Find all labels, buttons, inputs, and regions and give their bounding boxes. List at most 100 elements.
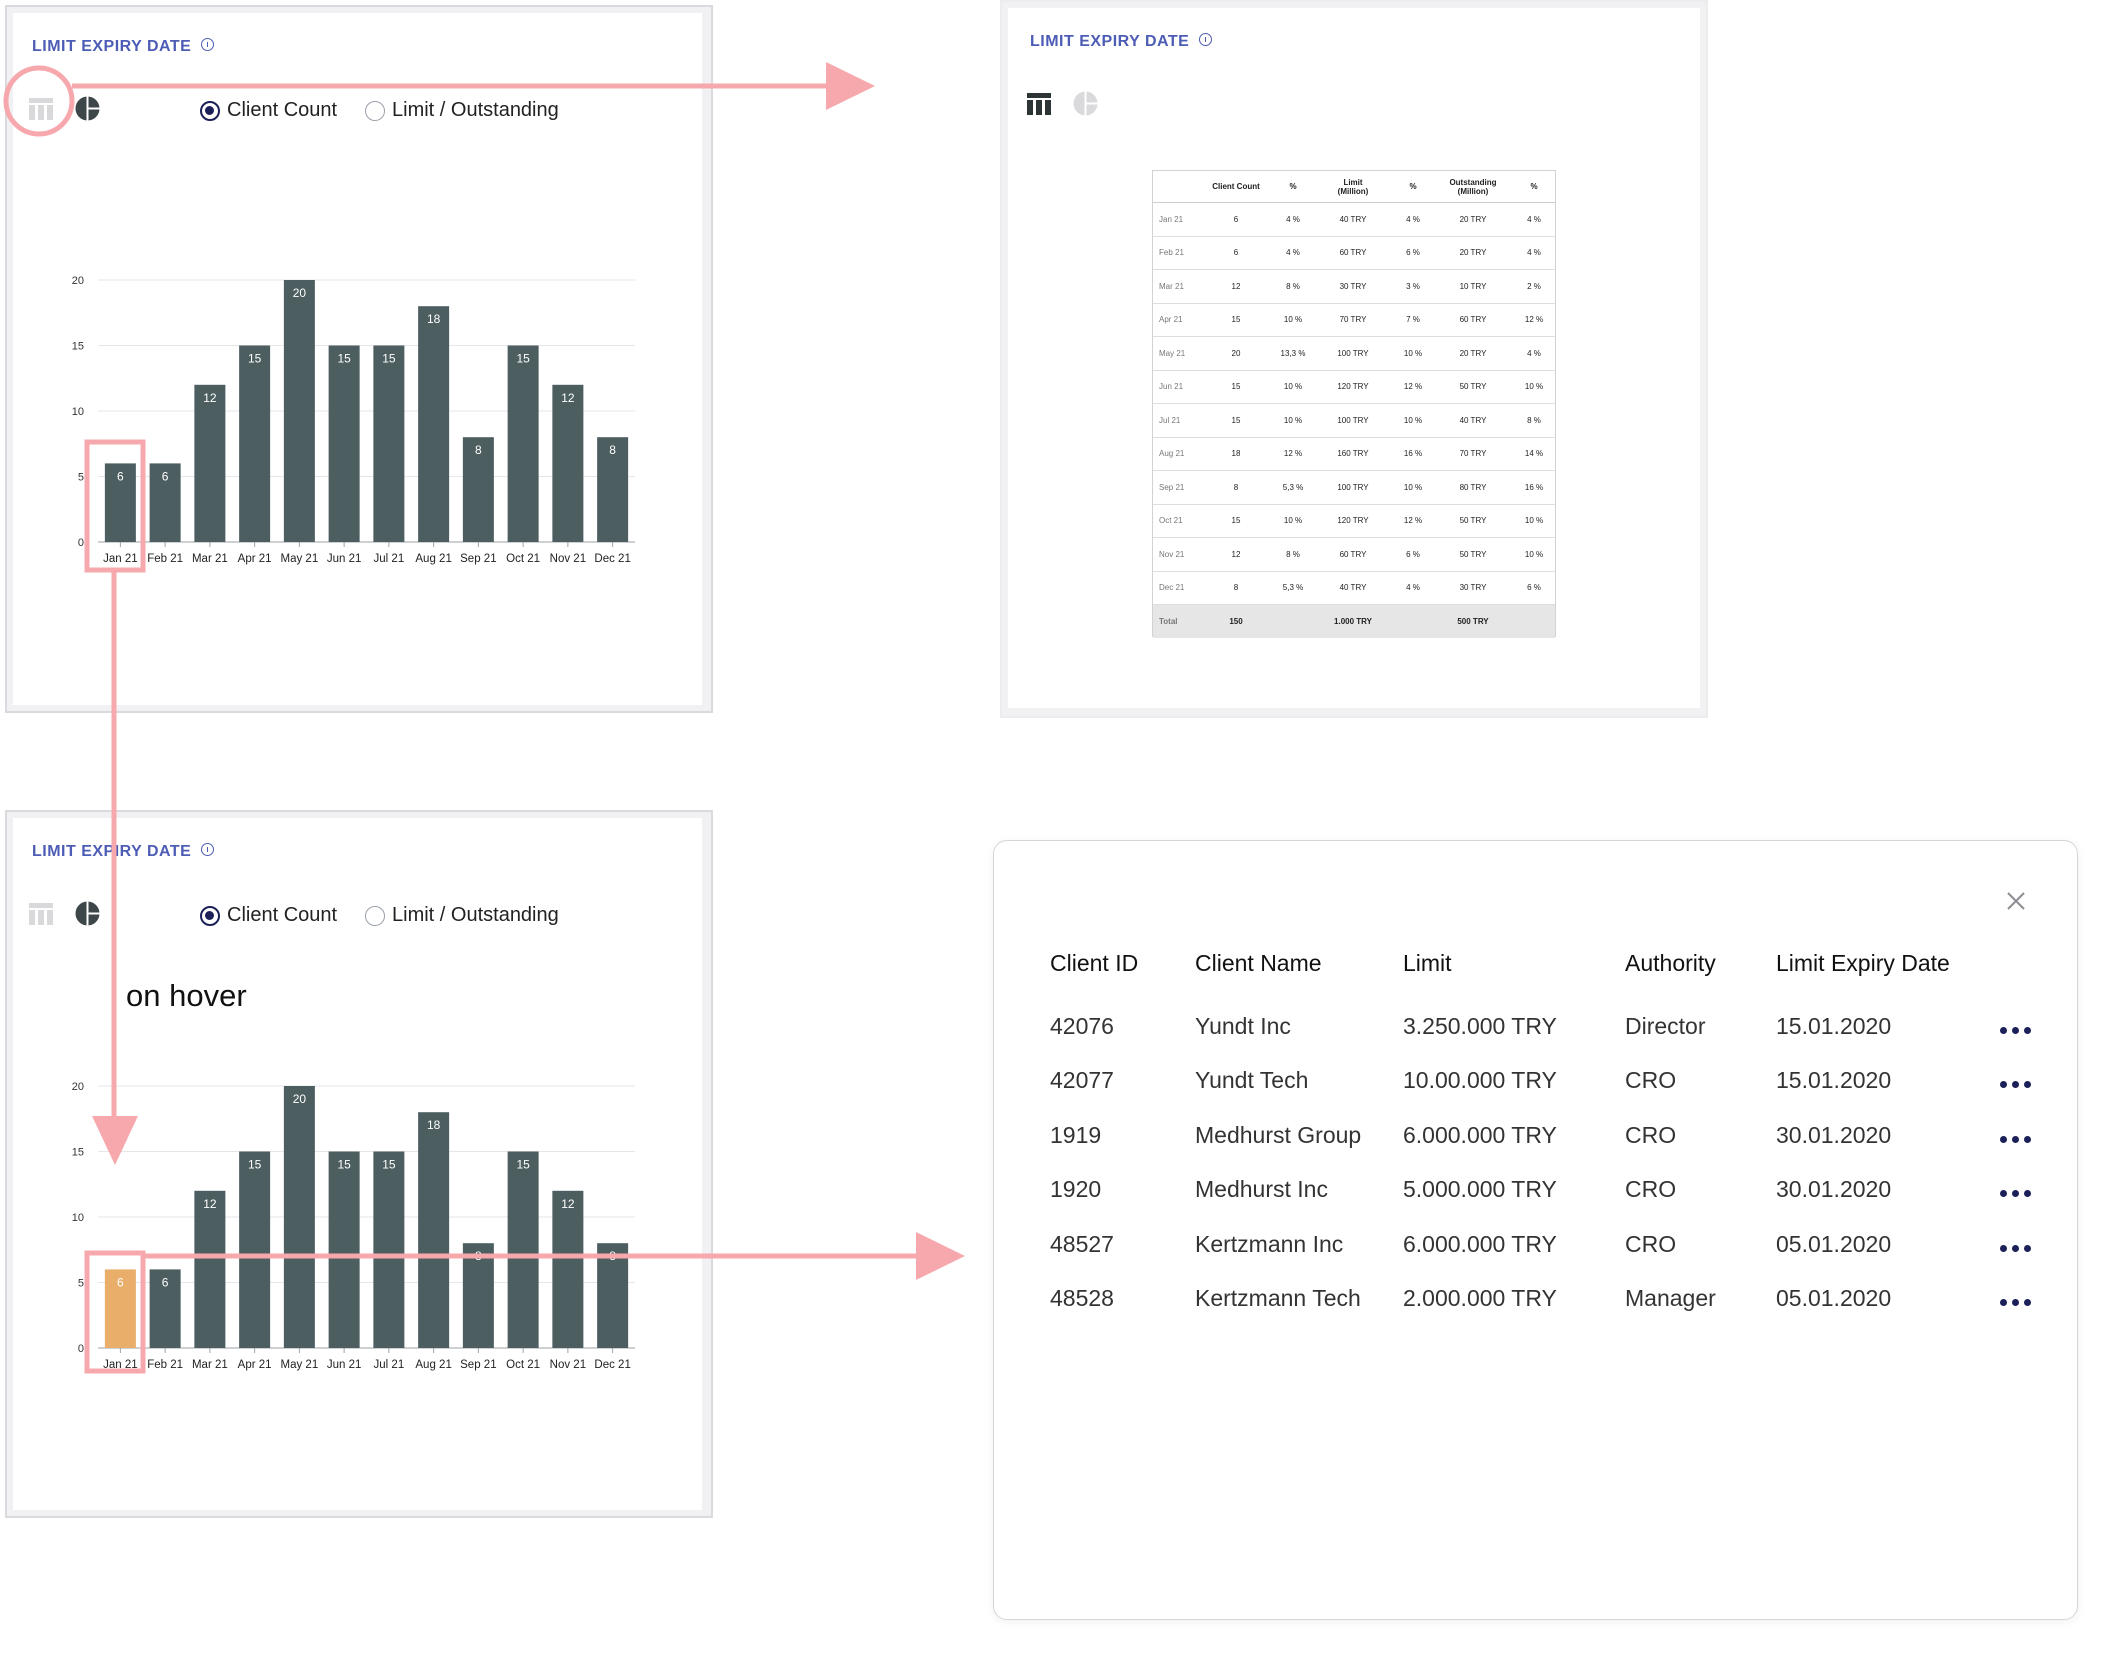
table-cell: 5,3 %: [1273, 470, 1313, 505]
table-cell: Yundt Inc: [1195, 1013, 1291, 1039]
info-icon[interactable]: [201, 38, 215, 52]
table-icon[interactable]: [29, 903, 53, 925]
dot: [2000, 1299, 2007, 1306]
more-options-icon[interactable]: [2000, 1024, 2034, 1036]
table-cell: 40 TRY: [1313, 571, 1393, 605]
table-cell: 12 %: [1513, 303, 1555, 337]
table-cell: CRO: [1625, 1067, 1677, 1094]
radio-dot-unselected: [365, 100, 385, 121]
table-cell: 10 %: [1273, 303, 1313, 337]
pie-chart-icon[interactable]: [75, 901, 100, 926]
y-tick-label: 5: [78, 472, 84, 484]
more-options-icon[interactable]: [2000, 1296, 2034, 1308]
table-row: May 21 20 13,3 % 100 TRY 10 % 20 TRY 4 %: [1153, 336, 1555, 371]
table-cell: Jun 21: [1153, 370, 1199, 404]
more-options-icon[interactable]: [2000, 1187, 2034, 1199]
bar-chart-hover: 0 5 10 15 20 6 Jan 21 6 Feb 21 12 Mar 21 15 Apr 21 20…: [72, 1081, 635, 1371]
x-tick-label: May 21: [281, 553, 319, 565]
dot: [2012, 1244, 2019, 1252]
more-options-icon[interactable]: [2000, 1242, 2034, 1254]
y-tick-label: 10: [72, 1212, 84, 1224]
info-icon[interactable]: [201, 843, 215, 857]
x-tick-label: Aug 21: [415, 1359, 451, 1371]
dot: [2024, 1244, 2031, 1252]
table-cell: 1920: [1050, 1176, 1102, 1203]
table-cell: Kertzmann Tech: [1195, 1285, 1361, 1311]
table-cell: 48527: [1050, 1230, 1114, 1257]
bar-value-label: 12: [203, 391, 217, 405]
table-cell: 40 TRY: [1313, 202, 1393, 237]
table-cell: 05.01.2020: [1776, 1285, 1892, 1311]
table-row: Aug 21 18 12 % 160 TRY 16 % 70 TRY 14 %: [1153, 437, 1555, 471]
x-tick-label: Sep 21: [460, 553, 496, 565]
bar-value-label: 8: [609, 1249, 616, 1263]
table-cell: Jan 21: [1153, 202, 1199, 237]
more-options-icon[interactable]: [2000, 1078, 2034, 1090]
radio-client-count[interactable]: Client Count: [200, 99, 337, 122]
table-cell: 2.000.000 TRY: [1403, 1285, 1557, 1311]
info-icon[interactable]: [1199, 33, 1213, 47]
table-cell: 8 %: [1513, 403, 1555, 438]
bar-value-label: 6: [162, 1275, 169, 1289]
table-cell: 15: [1199, 504, 1273, 538]
table-cell: Aug 21: [1153, 437, 1199, 471]
bar-value-label: 15: [382, 1158, 396, 1172]
table-row: Mar 21 12 8 % 30 TRY 3 % 10 TRY 2 %: [1153, 269, 1555, 304]
table-cell: 10 %: [1513, 537, 1555, 572]
table-cell: 05.01.2020: [1776, 1230, 1892, 1257]
table-cell: Jul 21: [1153, 403, 1199, 438]
column-header: Limit: [1403, 950, 1452, 976]
bar: [239, 345, 271, 542]
bar: [373, 345, 405, 542]
more-options-icon[interactable]: [2000, 1133, 2034, 1145]
x-tick-label: Sep 21: [460, 1359, 496, 1371]
table-cell: 100 TRY: [1313, 403, 1393, 438]
column-header: Client ID: [1050, 950, 1139, 976]
table-cell: 7 %: [1393, 303, 1433, 337]
dot: [2024, 1190, 2031, 1198]
card-title: LIMIT EXPIRY DATE: [1030, 33, 1213, 51]
table-cell: Nov 21: [1153, 537, 1199, 572]
pie-chart-icon[interactable]: [75, 96, 100, 121]
x-tick-label: Jan 21: [103, 553, 138, 565]
radio-limit-outstanding[interactable]: Limit / Outstanding: [365, 99, 559, 122]
table-cell: 10 %: [1393, 470, 1433, 505]
bar-value-label: 15: [337, 352, 351, 366]
table-cell: 20 TRY: [1433, 236, 1513, 270]
table-cell: 13,3 %: [1273, 336, 1313, 371]
bar: [194, 1190, 226, 1348]
table-cell: 100 TRY: [1313, 336, 1393, 371]
dot: [2012, 1135, 2019, 1143]
table-cell: 14 %: [1513, 437, 1555, 471]
table-cell: 60 TRY: [1433, 303, 1513, 337]
table-cell: 150: [1199, 604, 1273, 638]
bar-value-label: 18: [427, 312, 441, 326]
table-icon[interactable]: [29, 98, 53, 120]
x-tick-label: Jan 21: [103, 1359, 138, 1371]
table-cell: 3.250.000 TRY: [1403, 1013, 1557, 1039]
bar: [552, 384, 584, 542]
table-cell: CRO: [1625, 1176, 1677, 1203]
x-tick-label: Nov 21: [550, 1359, 586, 1371]
pie-chart-icon[interactable]: [1073, 91, 1098, 116]
table-icon[interactable]: [1027, 93, 1051, 115]
dot: [2012, 1299, 2019, 1306]
table-cell: 10 %: [1513, 370, 1555, 404]
bar-value-label: 15: [382, 352, 396, 366]
bar: [239, 1151, 271, 1348]
table-cell: 6.000.000 TRY: [1403, 1230, 1557, 1257]
table-cell: Apr 21: [1153, 303, 1199, 337]
radio-limit-outstanding[interactable]: Limit / Outstanding: [365, 904, 559, 927]
table-cell: 120 TRY: [1313, 370, 1393, 404]
table-row: Apr 21 15 10 % 70 TRY 7 % 60 TRY 12 %: [1153, 303, 1555, 337]
table-cell: 80 TRY: [1433, 470, 1513, 505]
table-cell: Dec 21: [1153, 571, 1199, 605]
table-cell: Yundt Tech: [1195, 1067, 1309, 1094]
table-cell: 30 TRY: [1313, 269, 1393, 304]
table-cell: 50 TRY: [1433, 370, 1513, 404]
radio-client-count[interactable]: Client Count: [200, 904, 337, 927]
bar: [552, 1190, 584, 1348]
table-cell: 60 TRY: [1313, 537, 1393, 572]
table-cell: [1393, 604, 1433, 638]
close-icon[interactable]: [2006, 891, 2026, 911]
